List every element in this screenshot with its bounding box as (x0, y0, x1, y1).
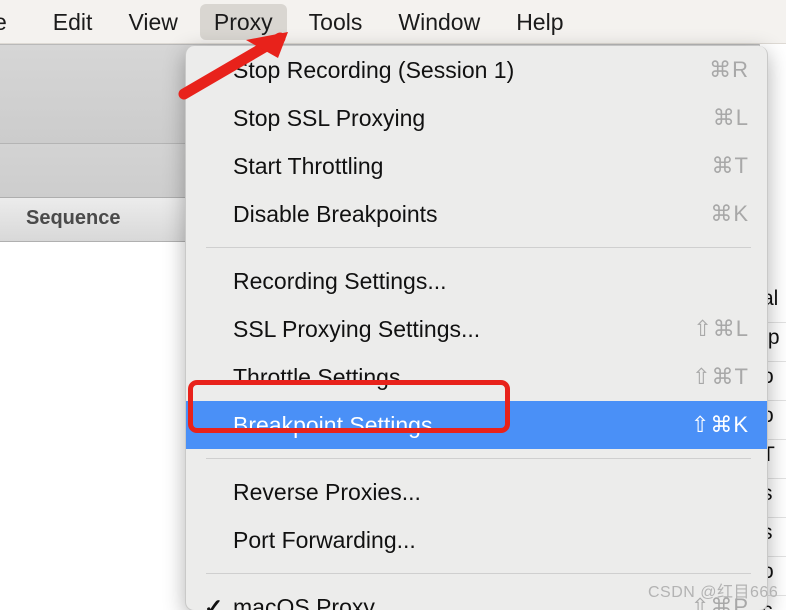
proxy-dropdown-menu: Stop Recording (Session 1) ⌘R Stop SSL P… (185, 46, 768, 610)
menu-item-stop-ssl-proxying[interactable]: Stop SSL Proxying ⌘L (186, 94, 767, 142)
menu-bar-item-help[interactable]: Help (502, 4, 577, 40)
menu-item-shortcut: ⌘R (709, 57, 749, 82)
menu-item-label: macOS Proxy (233, 593, 375, 610)
menu-bar-item-proxy[interactable]: Proxy (199, 3, 287, 40)
menu-item-shortcut: ⇧⌘T (692, 364, 749, 389)
menu-separator (206, 458, 751, 459)
menu-item-reverse-proxies[interactable]: Reverse Proxies... (186, 468, 767, 516)
menu-bar-item-edit[interactable]: Edit (39, 4, 107, 40)
menu-bar-item-tools[interactable]: Tools (295, 4, 377, 40)
menu-item-label: SSL Proxying Settings... (233, 315, 481, 342)
menu-separator (206, 573, 751, 574)
menu-item-ssl-proxying-settings[interactable]: SSL Proxying Settings... ⇧⌘L (186, 305, 767, 353)
menu-item-stop-recording[interactable]: Stop Recording (Session 1) ⌘R (186, 46, 767, 94)
menu-bar-items: e Edit View Proxy Tools Window Help (0, 0, 586, 43)
menu-item-throttle-settings[interactable]: Throttle Settings... ⇧⌘T (186, 353, 767, 401)
menu-item-shortcut: ⌘T (711, 153, 749, 178)
menu-item-label: Recording Settings... (233, 267, 447, 294)
menu-item-disable-breakpoints[interactable]: Disable Breakpoints ⌘K (186, 190, 767, 238)
menu-separator (206, 247, 751, 248)
menu-item-start-throttling[interactable]: Start Throttling ⌘T (186, 142, 767, 190)
menu-bar-item-view[interactable]: View (114, 4, 191, 40)
menu-bar-item-file-clipped[interactable]: e (0, 4, 21, 40)
menu-item-macos-proxy[interactable]: ✓ macOS Proxy ⇧⌘P (186, 583, 767, 610)
menu-item-label: Reverse Proxies... (233, 478, 421, 505)
menu-item-label: Stop SSL Proxying (233, 104, 426, 131)
menu-item-shortcut: ⇧⌘L (693, 316, 749, 341)
menu-item-label: Breakpoint Settings... (233, 411, 452, 438)
menu-item-label: Throttle Settings... (233, 363, 420, 390)
column-header-sequence[interactable]: Sequence (26, 207, 120, 230)
checkmark-icon: ✓ (204, 593, 224, 610)
menu-item-label: Start Throttling (233, 152, 384, 179)
menu-item-shortcut: ⌘L (712, 105, 749, 130)
menu-item-breakpoint-settings[interactable]: Breakpoint Settings... ⇧⌘K (186, 401, 767, 449)
menu-bar: e Edit View Proxy Tools Window Help (0, 0, 786, 44)
menu-item-recording-settings[interactable]: Recording Settings... (186, 257, 767, 305)
menu-bar-item-window[interactable]: Window (384, 4, 494, 40)
menu-item-label: Disable Breakpoints (233, 200, 438, 227)
menu-item-shortcut: ⇧⌘P (690, 594, 749, 610)
menu-item-label: Port Forwarding... (233, 526, 416, 553)
screenshot-root: Sequence al tp o o T s s o c (0, 0, 786, 610)
menu-item-shortcut: ⌘K (710, 201, 749, 226)
menu-item-label: Stop Recording (Session 1) (233, 56, 515, 83)
menu-item-port-forwarding[interactable]: Port Forwarding... (186, 516, 767, 564)
menu-item-shortcut: ⇧⌘K (690, 412, 749, 437)
